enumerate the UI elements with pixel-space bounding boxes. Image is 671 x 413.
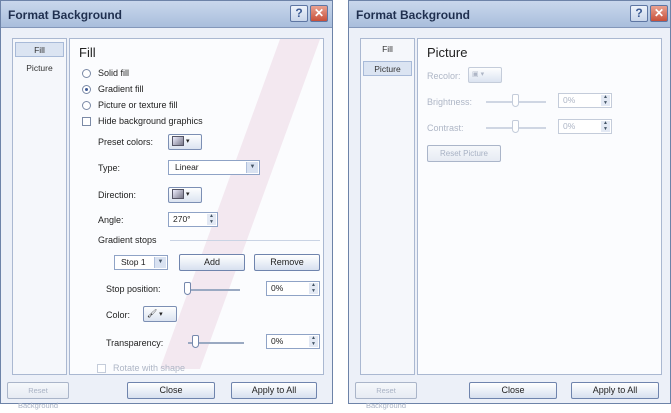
pane-heading: Fill	[79, 45, 96, 60]
gradient-stops-label: Gradient stops	[98, 235, 157, 245]
recolor-icon: ▣	[472, 71, 479, 78]
transparency-value: 0%	[271, 336, 284, 346]
pane-heading: Picture	[427, 45, 468, 60]
nav-item-fill[interactable]: Fill	[363, 42, 412, 57]
paint-bucket-icon: 🖌	[147, 309, 158, 318]
title-bar: Format Background ? ✕	[349, 1, 670, 28]
solid-fill-label: Solid fill	[98, 68, 130, 78]
recolor-button[interactable]: ▣ ▾	[468, 67, 502, 83]
brightness-value: 0%	[563, 95, 576, 105]
hide-background-checkbox[interactable]	[82, 117, 91, 126]
category-list: Fill Picture	[360, 38, 415, 375]
format-background-dialog-fill: Format Background ? ✕ Fill Picture Fill …	[0, 0, 333, 410]
rotate-with-shape-label: Rotate with shape	[113, 363, 186, 373]
type-dropdown[interactable]: Linear ▼	[168, 160, 260, 175]
swatch-icon	[172, 189, 184, 200]
transparency-slider[interactable]	[192, 335, 199, 348]
transparency-label: Transparency:	[106, 338, 164, 348]
help-icon[interactable]: ?	[290, 5, 308, 22]
close-button[interactable]: Close	[469, 382, 557, 399]
stop-position-input[interactable]: 0% ▲ ▼	[266, 281, 320, 296]
color-picker-button[interactable]: 🖌 ▾	[143, 306, 177, 322]
apply-to-all-button[interactable]: Apply to All	[571, 382, 659, 399]
contrast-label: Contrast:	[427, 123, 464, 133]
direction-button[interactable]: ▾	[168, 187, 202, 203]
contrast-slider[interactable]	[512, 120, 519, 133]
recolor-label: Recolor:	[427, 71, 461, 81]
nav-item-fill[interactable]: Fill	[15, 42, 64, 57]
reset-background-button[interactable]: Reset Background	[7, 382, 69, 410]
dialog-body: Fill Picture Picture Recolor: ▣ ▾ Bright…	[349, 28, 670, 410]
help-icon[interactable]: ?	[630, 5, 648, 22]
close-icon[interactable]: ✕	[310, 5, 328, 22]
gradient-fill-radio[interactable]	[82, 85, 91, 94]
stop-position-slider[interactable]	[184, 282, 191, 295]
reset-picture-button[interactable]: Reset Picture	[427, 145, 501, 162]
spinner-arrows-icon[interactable]: ▲ ▼	[601, 94, 610, 106]
title-bar: Format Background ? ✕	[1, 1, 332, 28]
solid-fill-radio[interactable]	[82, 69, 91, 78]
angle-label: Angle:	[98, 215, 124, 225]
preset-colors-button[interactable]: ▾	[168, 134, 202, 150]
nav-item-picture[interactable]: Picture	[15, 61, 64, 76]
spinner-arrows-icon[interactable]: ▲ ▼	[309, 282, 318, 294]
stop-position-track	[184, 289, 240, 291]
type-value: Linear	[175, 162, 199, 172]
stop-dropdown[interactable]: Stop 1 ▼	[114, 255, 168, 270]
picture-pane: Picture Recolor: ▣ ▾ Brightness: 0% ▲ ▼ Co…	[417, 38, 662, 375]
chevron-down-icon: ▼	[154, 257, 166, 268]
spinner-arrows-icon[interactable]: ▲ ▼	[309, 335, 318, 347]
dialog-title: Format Background	[356, 8, 471, 22]
apply-to-all-button[interactable]: Apply to All	[231, 382, 317, 399]
spinner-arrows-icon[interactable]: ▲ ▼	[207, 213, 216, 225]
dialog-title: Format Background	[8, 8, 123, 22]
group-divider	[170, 240, 320, 241]
transparency-input[interactable]: 0% ▲ ▼	[266, 334, 320, 349]
remove-stop-button[interactable]: Remove	[254, 254, 320, 271]
color-label: Color:	[106, 310, 131, 320]
stop-value: Stop 1	[121, 257, 146, 267]
close-button[interactable]: Close	[127, 382, 215, 399]
nav-item-picture[interactable]: Picture	[363, 61, 412, 76]
preset-colors-label: Preset colors:	[98, 137, 154, 147]
picture-fill-label: Picture or texture fill	[98, 100, 178, 110]
spinner-arrows-icon[interactable]: ▲ ▼	[601, 120, 610, 132]
stop-position-label: Stop position:	[106, 284, 161, 294]
chevron-down-icon: ▼	[246, 162, 258, 173]
picture-fill-radio[interactable]	[82, 101, 91, 110]
reset-background-button[interactable]: Reset Background	[355, 382, 417, 410]
stop-position-value: 0%	[271, 283, 284, 293]
category-list: Fill Picture	[12, 38, 67, 375]
swatch-icon	[172, 136, 184, 147]
add-stop-button[interactable]: Add	[179, 254, 245, 271]
rotate-with-shape-checkbox[interactable]	[97, 364, 106, 373]
dialog-body: Fill Picture Fill Solid fill Gradient fi…	[1, 28, 332, 410]
gradient-fill-label: Gradient fill	[98, 84, 144, 94]
format-background-dialog-picture: Format Background ? ✕ Fill Picture Pictu…	[348, 0, 671, 410]
contrast-value: 0%	[563, 121, 576, 131]
angle-value: 270°	[173, 214, 191, 224]
brightness-label: Brightness:	[427, 97, 473, 107]
direction-label: Direction:	[98, 190, 137, 200]
angle-input[interactable]: 270° ▲ ▼	[168, 212, 218, 227]
contrast-input[interactable]: 0% ▲ ▼	[558, 119, 612, 134]
hide-background-label: Hide background graphics	[98, 116, 203, 126]
close-icon[interactable]: ✕	[650, 5, 668, 22]
fill-pane: Fill Solid fill Gradient fill Picture or…	[69, 38, 324, 375]
brightness-slider[interactable]	[512, 94, 519, 107]
brightness-input[interactable]: 0% ▲ ▼	[558, 93, 612, 108]
watermark-stripe	[159, 39, 321, 369]
type-label: Type:	[98, 163, 121, 173]
